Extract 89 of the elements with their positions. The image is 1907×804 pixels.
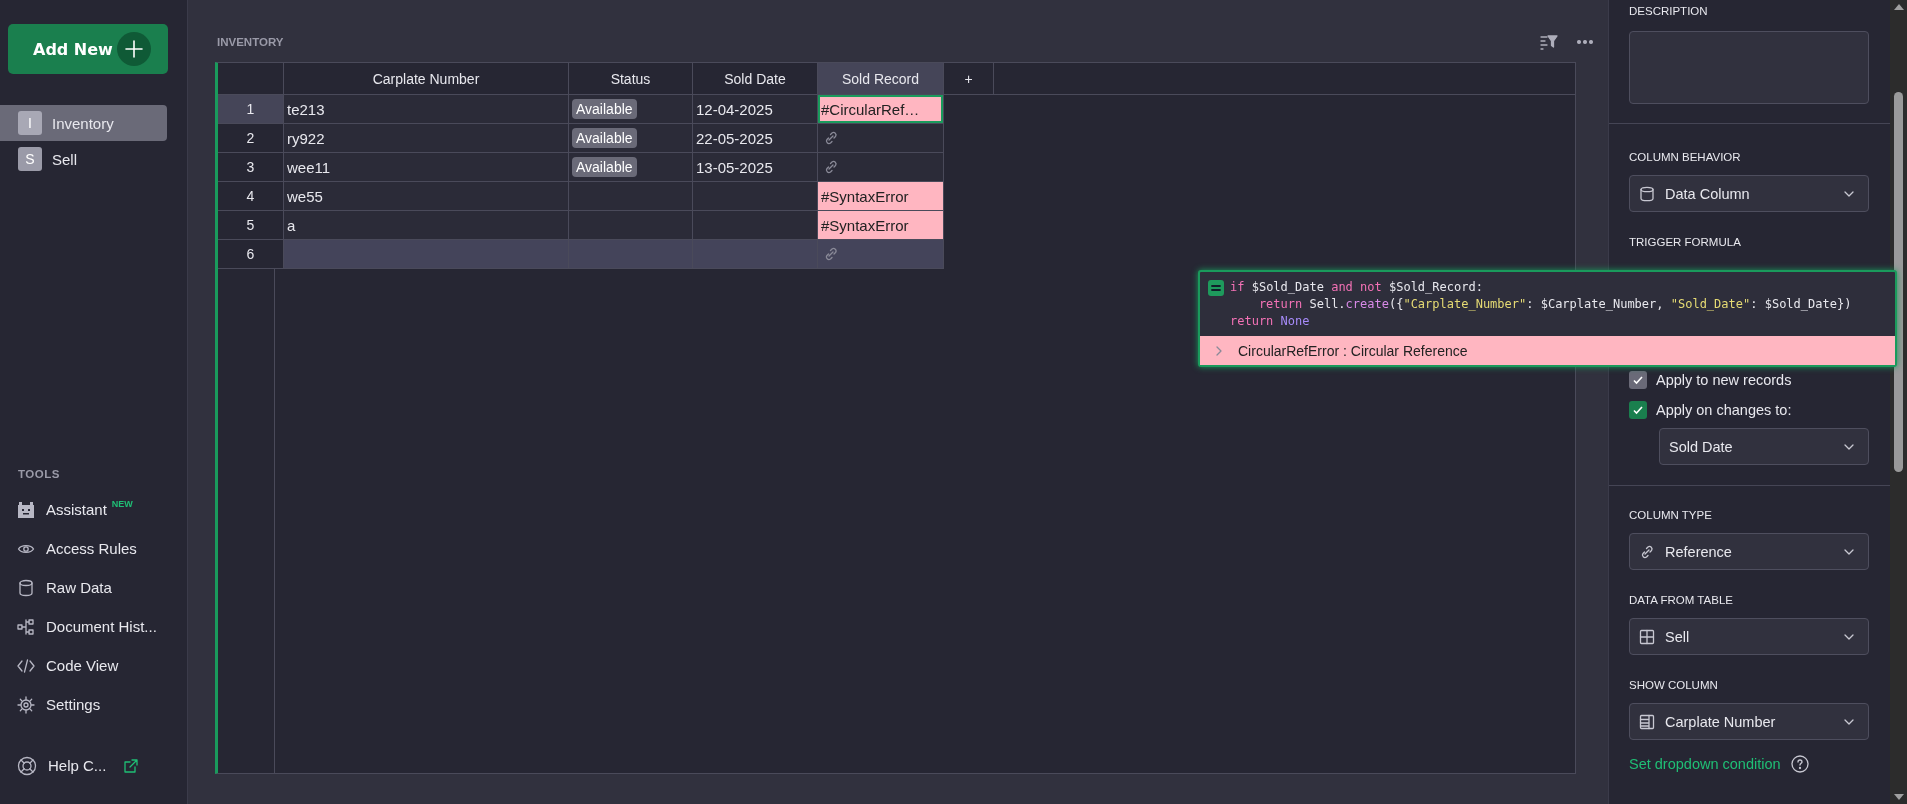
new-label: NEW xyxy=(111,499,133,509)
help-item[interactable]: Help C... xyxy=(0,746,187,785)
select-dropdown[interactable]: Sell xyxy=(1629,618,1869,655)
help-label: Help C... xyxy=(48,757,107,774)
external-link-icon xyxy=(123,757,140,774)
table-cell: 12-04-2025 xyxy=(693,95,818,124)
tool-label: Document Hist... xyxy=(46,618,157,635)
section-label: TRIGGER FORMULA xyxy=(1629,235,1742,250)
select-dropdown[interactable]: Carplate Number xyxy=(1629,703,1869,740)
help-icon xyxy=(1790,755,1809,773)
checkbox-label: Apply to new records xyxy=(1656,372,1792,388)
tool-label: Settings xyxy=(46,696,101,713)
reference-cell[interactable] xyxy=(818,240,944,269)
tool-label: Assistant xyxy=(46,501,107,518)
row-number[interactable]: 1 xyxy=(218,95,284,124)
row-number[interactable]: 6 xyxy=(218,240,284,269)
table-cell: we55 xyxy=(284,182,569,211)
checkbox-label: Apply on changes to: xyxy=(1656,402,1792,418)
tool-item[interactable]: Access Rules xyxy=(0,529,187,568)
tool-item[interactable]: Raw Data xyxy=(0,568,187,607)
formula-code-text: if $Sold_Date and not $Sold_Record: return Sell.create({"Carplate_Number": $Carplate_Number, "Sold_Date": $Sold_Date}) return None xyxy=(1230,279,1852,330)
section-label: DATA FROM TABLE xyxy=(1629,593,1734,608)
select-dropdown[interactable]: Sold Date xyxy=(1659,428,1869,465)
add-column-button[interactable]: + xyxy=(944,63,994,95)
error-cell[interactable]: #SyntaxError xyxy=(818,211,944,240)
row-number[interactable]: 4 xyxy=(218,182,284,211)
sort-filter-icon xyxy=(1540,34,1558,50)
select-dropdown[interactable]: Reference xyxy=(1629,533,1869,570)
error-cell[interactable]: #CircularRef… xyxy=(818,95,944,124)
description-field[interactable] xyxy=(1629,31,1869,104)
section-label: DESCRIPTION xyxy=(1629,4,1709,19)
table-icon xyxy=(1639,628,1655,645)
row-number[interactable]: 3 xyxy=(218,153,284,182)
scrollbar[interactable] xyxy=(1890,0,1907,804)
table-cell: wee11 xyxy=(284,153,569,182)
link-icon xyxy=(823,130,839,146)
formula-icon xyxy=(1208,280,1224,296)
checkbox[interactable] xyxy=(1629,401,1647,419)
page-item[interactable]: I Inventory xyxy=(0,105,167,141)
table-title: INVENTORY xyxy=(217,36,284,48)
tool-item[interactable]: Document Hist... xyxy=(0,607,187,646)
page-item[interactable]: S Sell xyxy=(0,141,167,177)
reference-cell[interactable] xyxy=(818,124,944,153)
flowchart-icon xyxy=(17,617,35,636)
checkmark-icon xyxy=(1632,374,1644,386)
error-message-bar[interactable]: CircularRefError : Circular Reference xyxy=(1200,336,1895,365)
column-header[interactable]: Sold Record xyxy=(818,63,944,95)
cylinder-icon xyxy=(1639,185,1655,202)
section-heading: TOOLS xyxy=(17,468,61,480)
error-cell[interactable]: #SyntaxError xyxy=(818,182,944,211)
section-label: COLUMN BEHAVIOR xyxy=(1629,150,1742,165)
section-label: SHOW COLUMN xyxy=(1629,678,1719,693)
row-number[interactable]: 5 xyxy=(218,211,284,240)
row-number[interactable]: 2 xyxy=(218,124,284,153)
tool-item[interactable]: Settings xyxy=(0,685,187,724)
tool-label: Raw Data xyxy=(46,579,112,596)
tool-label: Code View xyxy=(46,657,119,674)
checkmark-icon xyxy=(1632,404,1644,416)
table-cell: a xyxy=(284,211,569,240)
status-chip: Available xyxy=(572,157,637,177)
status-chip: Available xyxy=(572,99,637,119)
section-label: COLUMN TYPE xyxy=(1629,508,1713,523)
link-icon xyxy=(1639,543,1655,560)
database-icon xyxy=(17,578,35,597)
add-new-button[interactable]: Add New xyxy=(8,24,168,74)
link-icon xyxy=(823,246,839,262)
link-icon xyxy=(823,159,839,175)
table-cell: 13-05-2025 xyxy=(693,153,818,182)
dropdown-condition-link[interactable]: Set dropdown condition xyxy=(1629,756,1781,772)
tool-item[interactable]: Code View xyxy=(0,646,187,685)
plus-icon xyxy=(117,32,151,66)
tool-item[interactable]: Assistant $^{NEW}$ xyxy=(0,490,187,529)
settings-icon xyxy=(17,695,35,714)
table-cell: te213 xyxy=(284,95,569,124)
error-message: CircularRefError : Circular Reference xyxy=(1238,342,1468,359)
page-initial-icon: I xyxy=(18,111,42,135)
tool-label: Access Rules xyxy=(46,540,137,557)
page-label: Sell xyxy=(52,150,77,168)
lifebuoy-icon xyxy=(17,755,37,776)
robot-icon xyxy=(17,500,35,519)
table-cell: 22-05-2025 xyxy=(693,124,818,153)
page-label: Inventory xyxy=(52,114,114,132)
reference-cell[interactable] xyxy=(818,153,944,182)
column-icon xyxy=(1639,713,1655,730)
table-cell: ry922 xyxy=(284,124,569,153)
select-dropdown[interactable]: Data Column xyxy=(1629,175,1869,212)
code-icon xyxy=(17,656,35,675)
status-chip: Available xyxy=(572,128,637,148)
page-initial-icon: S xyxy=(18,147,42,171)
